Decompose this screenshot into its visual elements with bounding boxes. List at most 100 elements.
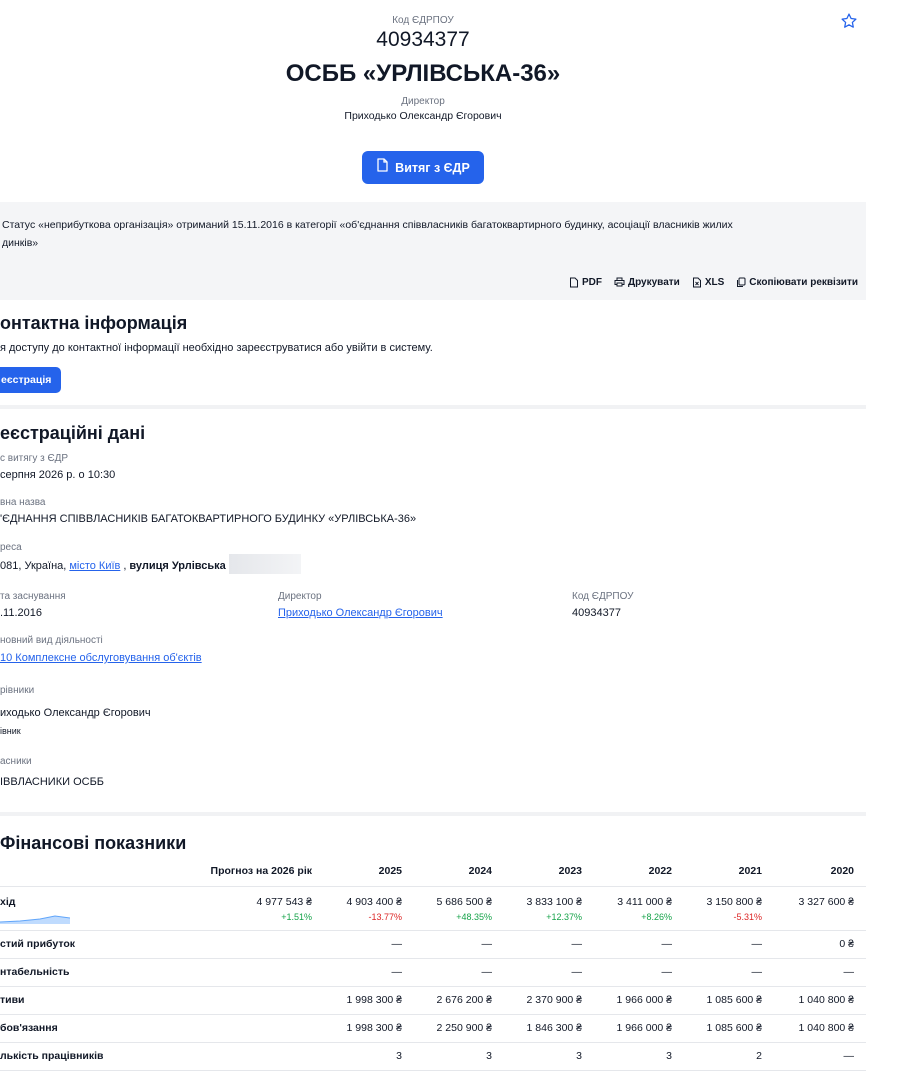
income-value: 5 686 500 ₴ (436, 895, 492, 908)
founded-label: та заснування (0, 591, 66, 602)
income-sparkline (0, 914, 70, 924)
file-pdf-icon (376, 158, 389, 177)
contacts-text: я доступу до контактної інформації необх… (0, 342, 433, 354)
row-label: нтабельність (0, 958, 200, 987)
section-divider (0, 812, 866, 816)
pdf-icon (569, 277, 578, 287)
activity-link[interactable]: 10 Комплексне обслуговування об'єктів (0, 652, 202, 664)
company-name: ОСББ «УРЛІВСЬКА-36» (285, 60, 561, 87)
table-cell: — (414, 930, 504, 959)
income-change: -5.31% (733, 911, 762, 922)
copy-details-button[interactable]: Скопіювати реквізити (736, 277, 858, 288)
register-button-label: еєстрація (1, 374, 52, 386)
section-divider (0, 405, 866, 409)
income-row: хід 4 977 543 ₴ +1.51% 4 903 400 ₴ -13.77%… (0, 886, 866, 931)
reg-director-label: Директор (278, 591, 322, 602)
full-name-value: 'ЄДНАННЯ СПІВВЛАСНИКІВ БАГАТОКВАРТИРНОГО… (0, 513, 417, 525)
status-note: Статус «неприбуткова організація» отрима… (0, 202, 866, 264)
address-prefix: 081, Україна, (0, 560, 67, 572)
table-cell: — (504, 930, 594, 959)
table-cell: — (684, 930, 774, 959)
head-name: иходько Олександр Єгорович (0, 707, 151, 719)
table-cell: 3 (324, 1042, 414, 1071)
registration-title: еєстраційні дані (0, 423, 146, 443)
full-name-label: вна назва (0, 497, 46, 508)
printer-icon (614, 277, 625, 287)
income-change: +48.35% (456, 911, 492, 922)
print-button[interactable]: Друкувати (614, 277, 680, 288)
head-role: івник (0, 726, 21, 736)
table-cell: — (594, 930, 684, 959)
status-note-line1: Статус «неприбуткова організація» отрима… (2, 219, 733, 231)
code-label: Код ЄДРПОУ (392, 15, 454, 26)
reg-director-link[interactable]: Приходько Олександр Єгорович (278, 607, 443, 619)
table-cell (200, 930, 324, 959)
xls-label: XLS (704, 276, 725, 288)
table-row: тиви 1 998 300 ₴ 2 676 200 ₴ 2 370 900 ₴ 1 9… (0, 986, 866, 1015)
col-year: 2021 (684, 856, 774, 887)
table-row: бов'язання 1 998 300 ₴ 2 250 900 ₴ 1 846 30… (0, 1014, 866, 1043)
table-cell: 1 966 000 ₴ (594, 986, 684, 1015)
row-label: тиви (0, 986, 200, 1015)
activity-label: новний вид діяльності (0, 635, 103, 646)
address-redacted (228, 554, 301, 574)
income-label: хід (0, 895, 16, 908)
copy-details-label: Скопіювати реквізити (749, 276, 858, 288)
table-cell: — (774, 958, 866, 987)
table-cell (200, 1014, 324, 1043)
table-cell: — (504, 958, 594, 987)
income-change: +1.51% (281, 911, 312, 922)
table-cell (200, 986, 324, 1015)
col-year: 2022 (594, 856, 684, 887)
col-year: 2024 (414, 856, 504, 887)
col-year: 2025 (324, 856, 414, 887)
owners-value: ІВВЛАСНИКИ ОСББ (0, 776, 105, 788)
address-label: реса (0, 542, 22, 553)
pdf-label: PDF (581, 276, 602, 288)
table-cell: 2 (684, 1042, 774, 1071)
income-value: 4 903 400 ₴ (346, 895, 402, 908)
table-cell: 1 966 000 ₴ (594, 1014, 684, 1043)
income-change: -13.77% (368, 911, 402, 922)
finance-table: Прогноз на 2026 рік 2025 2024 2023 2022 … (0, 856, 866, 1071)
director-label: Директор (401, 96, 445, 107)
col-year: 2023 (504, 856, 594, 887)
income-change: +8.26% (641, 911, 672, 922)
xls-icon (692, 277, 701, 287)
table-cell: 1 040 800 ₴ (774, 1014, 866, 1043)
extract-button-label: Витяг з ЄДР (395, 160, 470, 175)
income-value: 3 150 800 ₴ (706, 895, 762, 908)
table-cell: 3 (504, 1042, 594, 1071)
code-value: 40934377 (376, 28, 470, 51)
col-year: 2020 (774, 856, 866, 887)
table-row: стий прибуток — — — — —0 ₴ (0, 930, 866, 959)
director-name: Приходько Олександр Єгорович (344, 110, 502, 122)
table-cell (200, 1042, 324, 1071)
row-label: лькість працівників (0, 1042, 200, 1071)
income-value: 4 977 543 ₴ (256, 895, 312, 908)
reg-code-label: Код ЄДРПОУ (572, 591, 634, 602)
income-value: 3 833 100 ₴ (526, 895, 582, 908)
table-cell: — (774, 1042, 866, 1071)
table-row: нтабельність — — — — — — (0, 958, 866, 987)
income-value: 3 327 600 ₴ (798, 895, 854, 908)
address-value: 081, Україна, місто Київ, вулиця Урлівсь… (0, 554, 301, 574)
table-cell: 1 998 300 ₴ (324, 986, 414, 1015)
income-change: +12.37% (546, 911, 582, 922)
pdf-button[interactable]: PDF (569, 277, 602, 288)
table-cell: 1 040 800 ₴ (774, 986, 866, 1015)
xls-button[interactable]: XLS (692, 277, 724, 288)
register-button[interactable]: еєстрація (0, 367, 61, 393)
table-cell: — (684, 958, 774, 987)
table-cell: — (324, 958, 414, 987)
income-value: 3 411 000 ₴ (617, 895, 672, 908)
extract-button[interactable]: Витяг з ЄДР (362, 151, 484, 184)
finance-header-row: Прогноз на 2026 рік 2025 2024 2023 2022 … (0, 856, 866, 887)
contacts-title: онтактна інформація (0, 313, 188, 333)
table-cell: 1 846 300 ₴ (504, 1014, 594, 1043)
col-forecast: Прогноз на 2026 рік (200, 856, 324, 887)
status-note-line2: динків» (2, 237, 39, 249)
extract-time-value: серпня 2026 р. о 10:30 (0, 469, 116, 481)
address-city-link[interactable]: місто Київ (69, 560, 120, 572)
owners-label: асники (0, 756, 32, 767)
